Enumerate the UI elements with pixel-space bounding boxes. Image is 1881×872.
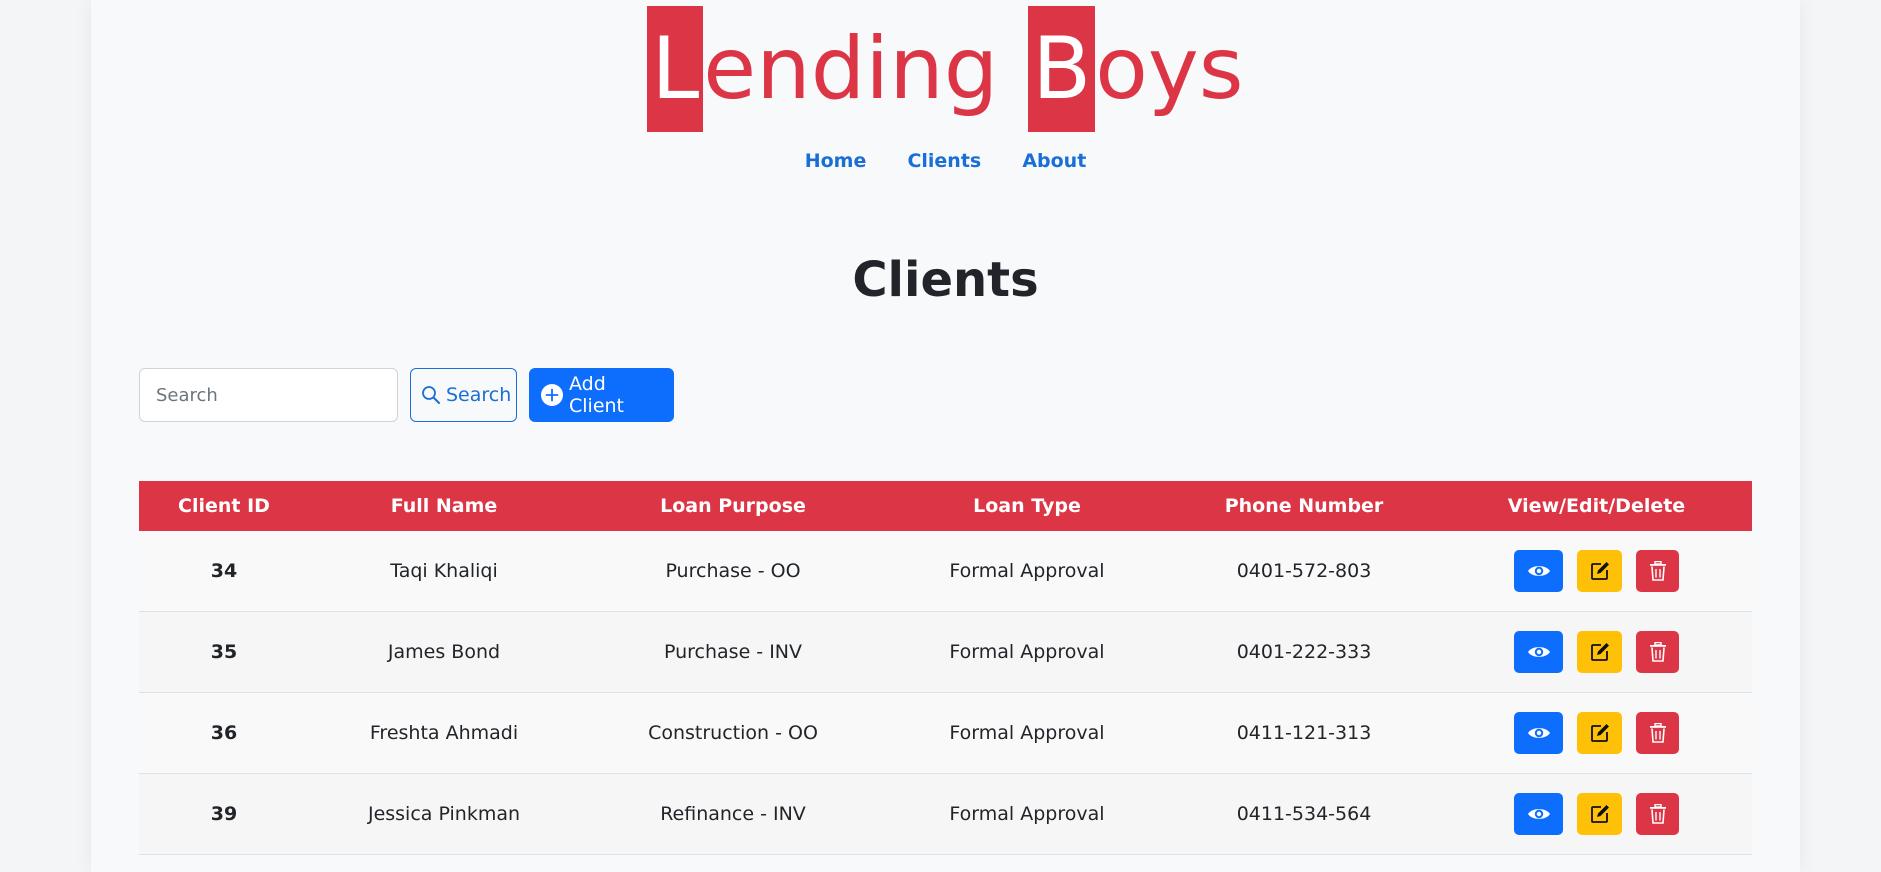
loan-purpose-cell: Purchase - OO	[579, 531, 887, 612]
loan-purpose-cell: Purchase - INV	[579, 611, 887, 693]
header-full-name[interactable]: Full Name	[309, 481, 579, 531]
header-client-id[interactable]: Client ID	[139, 481, 309, 531]
trash-icon	[1649, 642, 1667, 662]
actions-cell	[1441, 692, 1752, 774]
header-actions: View/Edit/Delete	[1441, 481, 1752, 531]
add-client-label: Add Client	[569, 373, 625, 417]
edit-button[interactable]	[1577, 712, 1622, 754]
logo-word-rest: oys	[1095, 19, 1244, 119]
table-header-row: Client ID Full Name Loan Purpose Loan Ty…	[139, 481, 1752, 531]
view-button[interactable]	[1514, 631, 1563, 673]
loan-purpose-cell: Refinance - INV	[579, 773, 887, 855]
delete-button[interactable]	[1636, 550, 1679, 592]
full-name-cell: Freshta Ahmadi	[309, 692, 579, 774]
delete-button[interactable]	[1636, 793, 1679, 835]
eye-icon	[1527, 725, 1551, 741]
logo-letter-box: L	[647, 6, 704, 132]
edit-button[interactable]	[1577, 793, 1622, 835]
loan-type-cell: Formal Approval	[887, 611, 1167, 693]
main-nav: Home Clients About	[91, 150, 1800, 172]
search-icon	[421, 385, 441, 405]
full-name-cell: Taqi Khaliqi	[309, 531, 579, 612]
search-toolbar: Search Add Client	[139, 368, 674, 422]
phone-number-cell: 0411-534-564	[1167, 773, 1441, 855]
edit-icon	[1589, 641, 1611, 663]
nav-link-clients[interactable]: Clients	[907, 150, 981, 172]
search-input[interactable]	[139, 368, 398, 422]
clients-table: Client ID Full Name Loan Purpose Loan Ty…	[139, 481, 1752, 855]
actions-cell	[1441, 773, 1752, 855]
delete-button[interactable]	[1636, 712, 1679, 754]
view-button[interactable]	[1514, 550, 1563, 592]
phone-number-cell: 0401-222-333	[1167, 611, 1441, 693]
search-button-label: Search	[446, 384, 512, 406]
edit-button[interactable]	[1577, 550, 1622, 592]
table-row: 34 Taqi Khaliqi Purchase - OO Formal App…	[139, 531, 1752, 612]
actions-cell	[1441, 531, 1752, 612]
logo-word-rest: ending	[703, 19, 999, 119]
client-id-cell: 34	[139, 531, 309, 612]
site-logo[interactable]: Lending Boys	[91, 6, 1800, 132]
view-button[interactable]	[1514, 793, 1563, 835]
add-client-button[interactable]: Add Client	[529, 368, 674, 422]
table-row: 36 Freshta Ahmadi Construction - OO Form…	[139, 692, 1752, 774]
trash-icon	[1649, 723, 1667, 743]
loan-type-cell: Formal Approval	[887, 531, 1167, 612]
edit-icon	[1589, 803, 1611, 825]
view-button[interactable]	[1514, 712, 1563, 754]
page-title: Clients	[852, 252, 1039, 308]
full-name-cell: Jessica Pinkman	[309, 773, 579, 855]
table-row: 39 Jessica Pinkman Refinance - INV Forma…	[139, 773, 1752, 855]
client-id-cell: 36	[139, 692, 309, 774]
eye-icon	[1527, 806, 1551, 822]
actions-cell	[1441, 611, 1752, 693]
table-row: 35 James Bond Purchase - INV Formal Appr…	[139, 611, 1752, 693]
eye-icon	[1527, 563, 1551, 579]
search-button[interactable]: Search	[410, 368, 517, 422]
header-loan-type[interactable]: Loan Type	[887, 481, 1167, 531]
nav-link-home[interactable]: Home	[805, 150, 867, 172]
clients-table-container: Client ID Full Name Loan Purpose Loan Ty…	[139, 481, 1752, 855]
client-id-cell: 39	[139, 773, 309, 855]
page-container: Lending Boys Home Clients About Clients S…	[91, 0, 1800, 872]
logo-word-boys: Boys	[1028, 6, 1244, 132]
logo-letter-box: B	[1028, 6, 1096, 132]
eye-icon	[1527, 644, 1551, 660]
delete-button[interactable]	[1636, 631, 1679, 673]
table-body: 34 Taqi Khaliqi Purchase - OO Formal App…	[139, 531, 1752, 855]
loan-type-cell: Formal Approval	[887, 692, 1167, 774]
phone-number-cell: 0401-572-803	[1167, 531, 1441, 612]
loan-purpose-cell: Construction - OO	[579, 692, 887, 774]
trash-icon	[1649, 561, 1667, 581]
nav-link-about[interactable]: About	[1022, 150, 1086, 172]
logo-word-lending: Lending	[647, 6, 998, 132]
edit-icon	[1589, 560, 1611, 582]
client-id-cell: 35	[139, 611, 309, 693]
loan-type-cell: Formal Approval	[887, 773, 1167, 855]
plus-circle-icon	[540, 383, 564, 407]
phone-number-cell: 0411-121-313	[1167, 692, 1441, 774]
full-name-cell: James Bond	[309, 611, 579, 693]
header-phone-number[interactable]: Phone Number	[1167, 481, 1441, 531]
trash-icon	[1649, 804, 1667, 824]
edit-icon	[1589, 722, 1611, 744]
edit-button[interactable]	[1577, 631, 1622, 673]
header-loan-purpose[interactable]: Loan Purpose	[579, 481, 887, 531]
